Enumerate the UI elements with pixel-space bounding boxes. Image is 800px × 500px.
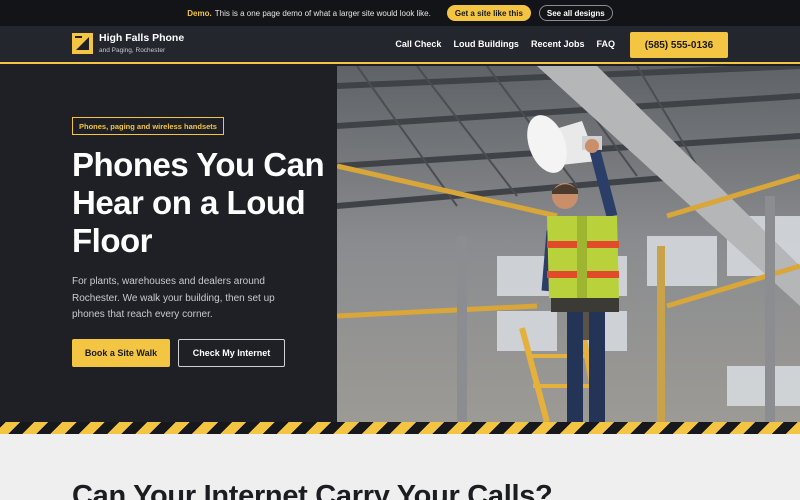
demo-banner: Demo. This is a one page demo of what a … (0, 0, 800, 26)
site-header: High Falls Phone and Paging, Rochester C… (0, 26, 800, 64)
demo-label: Demo. (187, 8, 212, 18)
internet-section: Can Your Internet Carry Your Calls? (0, 434, 800, 500)
brand-tagline: and Paging, Rochester (99, 46, 166, 54)
worker-installing-horn-speaker-photo (337, 66, 800, 422)
book-site-walk-button[interactable]: Book a Site Walk (72, 339, 170, 367)
get-site-button[interactable]: Get a site like this (446, 5, 531, 21)
hazard-stripe-divider (0, 422, 800, 434)
nav-loud-buildings[interactable]: Loud Buildings (453, 39, 519, 49)
section-title: Can Your Internet Carry Your Calls? (72, 480, 553, 500)
nav-faq[interactable]: FAQ (596, 39, 615, 49)
check-internet-button[interactable]: Check My Internet (178, 339, 285, 367)
brand-logo[interactable]: High Falls Phone and Paging, Rochester (72, 33, 184, 54)
hero-headline: Phones You Can Hear on a Loud Floor (72, 146, 325, 259)
phone-button[interactable]: (585) 555-0136 (630, 32, 728, 58)
hero-photo (337, 66, 800, 422)
nav-recent-jobs[interactable]: Recent Jobs (531, 39, 585, 49)
brand-name: High Falls Phone (99, 32, 185, 45)
logo-icon (72, 33, 93, 54)
main-nav: Call Check Loud Buildings Recent Jobs FA… (395, 39, 615, 49)
demo-banner-text: Demo. This is a one page demo of what a … (187, 9, 431, 18)
see-all-designs-button[interactable]: See all designs (538, 5, 613, 21)
hero-lede: For plants, warehouses and dealers aroun… (72, 276, 275, 320)
demo-description: This is a one page demo of what a larger… (214, 8, 431, 18)
nav-call-check[interactable]: Call Check (395, 39, 441, 49)
hero-tag: Phones, paging and wireless handsets (72, 117, 224, 135)
hero-content: Phones, paging and wireless handsets Pho… (0, 66, 337, 422)
